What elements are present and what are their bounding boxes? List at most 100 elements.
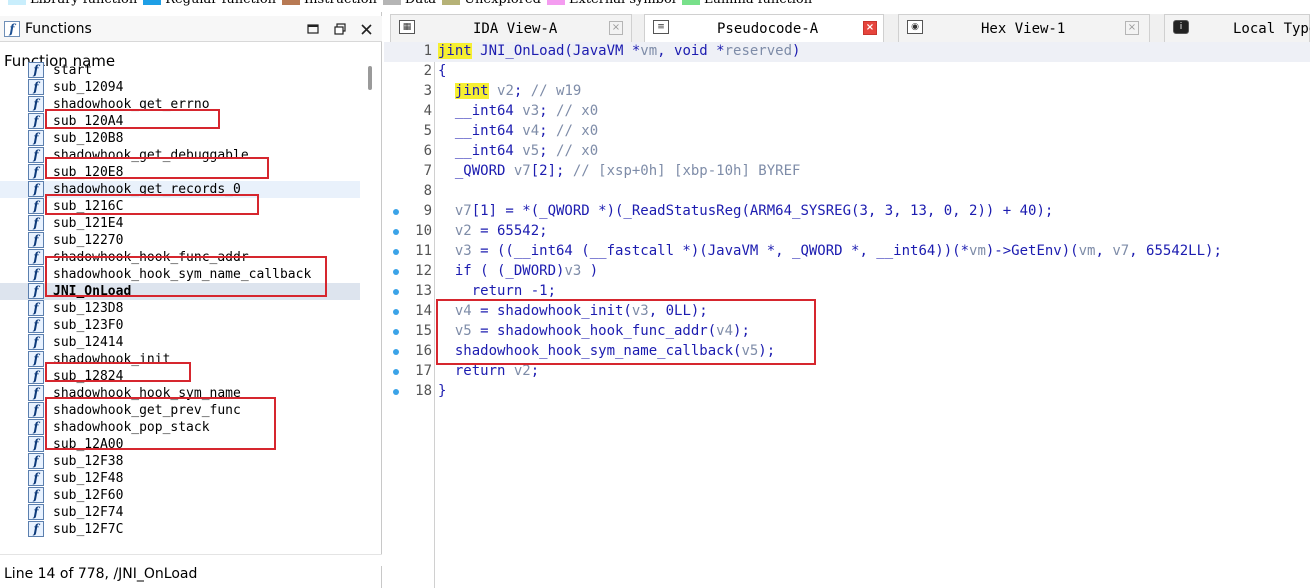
tab-close-icon[interactable]: ×	[1125, 21, 1139, 35]
code-line[interactable]: 5 __int64 v4; // x0	[384, 122, 1310, 142]
code-line[interactable]: 7 _QWORD v7[2]; // [xsp+0h] [xbp-10h] BY…	[384, 162, 1310, 182]
code-text: return v2;	[438, 363, 540, 379]
function-list-item[interactable]: f sub_12F38	[0, 453, 360, 470]
function-icon: f	[4, 20, 20, 37]
function-list-item[interactable]: f sub_120A4	[0, 113, 360, 130]
code-line[interactable]: 1 jint JNI_OnLoad(JavaVM *vm, void *reser…	[384, 42, 1310, 62]
function-icon: f	[28, 470, 44, 486]
function-list-item[interactable]: f shadowhook_hook_sym_name_callback	[0, 266, 360, 283]
function-icon: f	[28, 147, 44, 163]
function-name: sub_12414	[53, 335, 124, 350]
function-icon: f	[28, 351, 44, 367]
code-line[interactable]: 11 v3 = ((__int64 (__fastcall *)(JavaVM …	[384, 242, 1310, 262]
code-line[interactable]: 3 jint v2; // w19	[384, 82, 1310, 102]
function-list-item[interactable]: f shadowhook_get_prev_func	[0, 402, 360, 419]
tab-pseudocode-a[interactable]: ≡ Pseudocode-A ×	[644, 14, 884, 42]
tab-close-icon[interactable]: ×	[863, 21, 877, 35]
function-list-item[interactable]: f sub_12F60	[0, 487, 360, 504]
breakpoint-dot-icon[interactable]	[393, 389, 399, 395]
function-list-item[interactable]: f sub_12824	[0, 368, 360, 385]
function-list-item[interactable]: f sub_12094	[0, 79, 360, 96]
code-line[interactable]: 10 v2 = 65542;	[384, 222, 1310, 242]
code-line[interactable]: 16 shadowhook_hook_sym_name_callback(v5)…	[384, 342, 1310, 362]
legend-swatch	[382, 0, 401, 5]
breakpoint-dot-icon[interactable]	[393, 249, 399, 255]
code-text: jint v2; // w19	[454, 83, 582, 99]
legend-bar: Library function Regular function Instruct…	[0, 0, 1310, 7]
functions-panel-header: f Functions	[0, 16, 382, 42]
function-list-item[interactable]: f JNI_OnLoad	[0, 283, 360, 300]
function-list-item[interactable]: f shadowhook_get_errno	[0, 96, 360, 113]
code-line[interactable]: 17 return v2;	[384, 362, 1310, 382]
function-list-scrollbar[interactable]	[360, 62, 380, 554]
function-list-item[interactable]: f shadowhook_init	[0, 351, 360, 368]
code-line[interactable]: 2{	[384, 62, 1310, 82]
float-window-icon[interactable]	[331, 20, 349, 38]
legend-swatch	[442, 0, 461, 5]
breakpoint-dot-icon[interactable]	[393, 289, 399, 295]
line-number: 13	[415, 283, 432, 299]
breakpoint-dot-icon[interactable]	[393, 369, 399, 375]
function-list-item[interactable]: f shadowhook_hook_func_addr	[0, 249, 360, 266]
code-text: }	[438, 383, 447, 399]
tab-local-types[interactable]: i Local Types	[1164, 14, 1310, 42]
code-line[interactable]: 13 return -1;	[384, 282, 1310, 302]
code-text: v2 = 65542;	[454, 223, 548, 239]
function-name: shadowhook_init	[53, 352, 171, 367]
code-line[interactable]: 15 v5 = shadowhook_hook_func_addr(v4);	[384, 322, 1310, 342]
code-line[interactable]: 12 if ( (_DWORD)v3 )	[384, 262, 1310, 282]
code-line[interactable]: 18}	[384, 382, 1310, 402]
function-list-item[interactable]: f shadowhook_hook_sym_name	[0, 385, 360, 402]
code-line[interactable]: 8	[384, 182, 1310, 202]
function-list-item[interactable]: f sub_1216C	[0, 198, 360, 215]
breakpoint-dot-icon[interactable]	[393, 309, 399, 315]
function-icon: f	[28, 232, 44, 248]
function-list-item[interactable]: f shadowhook_get_records_0	[0, 181, 360, 198]
function-list-item[interactable]: f shadowhook_get_debuggable	[0, 147, 360, 164]
scrollbar-thumb[interactable]	[368, 66, 372, 90]
code-line[interactable]: 6 __int64 v5; // x0	[384, 142, 1310, 162]
function-list-item[interactable]: f sub_123D8	[0, 300, 360, 317]
function-list-item[interactable]: f sub_121E4	[0, 215, 360, 232]
code-line[interactable]: 9 v7[1] = *(_QWORD *)(_ReadStatusReg(ARM…	[384, 202, 1310, 222]
line-number: 16	[415, 343, 432, 359]
breakpoint-dot-icon[interactable]	[393, 349, 399, 355]
function-list-item[interactable]: f shadowhook_pop_stack	[0, 419, 360, 436]
function-list-item[interactable]: f sub_12414	[0, 334, 360, 351]
breakpoint-dot-icon[interactable]	[393, 329, 399, 335]
close-icon[interactable]	[357, 20, 375, 38]
tab-label: IDA View-A	[473, 21, 558, 37]
breakpoint-dot-icon[interactable]	[393, 269, 399, 275]
tab-label: Pseudocode-A	[717, 21, 819, 37]
code-line[interactable]: 14 v4 = shadowhook_init(v3, 0LL);	[384, 302, 1310, 322]
function-list-item[interactable]: f start	[0, 62, 360, 79]
line-number: 18	[415, 383, 432, 399]
function-list-item[interactable]: f sub_12270	[0, 232, 360, 249]
breakpoint-dot-icon[interactable]	[393, 229, 399, 235]
tab-hex-view-1[interactable]: ◉ Hex View-1 ×	[898, 14, 1150, 42]
line-number: 1	[423, 43, 432, 59]
function-list-hscrollbar[interactable]	[0, 554, 382, 566]
function-list-item[interactable]: f sub_12F7C	[0, 521, 360, 538]
tab-close-icon[interactable]: ×	[609, 21, 623, 35]
function-icon: f	[28, 419, 44, 435]
code-line[interactable]: 4 __int64 v3; // x0	[384, 102, 1310, 122]
line-number: 9	[423, 203, 432, 219]
tab-ida-view-a[interactable]: ▦ IDA View-A ×	[390, 14, 632, 42]
line-number: 7	[423, 163, 432, 179]
breakpoint-dot-icon[interactable]	[393, 209, 399, 215]
function-list-item[interactable]: f sub_12F48	[0, 470, 360, 487]
line-number: 6	[423, 143, 432, 159]
function-list-item[interactable]: f sub_12A00	[0, 436, 360, 453]
function-list-item[interactable]: f sub_120B8	[0, 130, 360, 147]
function-list-item[interactable]: f sub_12F74	[0, 504, 360, 521]
function-name: start	[53, 63, 93, 78]
code-text: v3 = ((__int64 (__fastcall *)(JavaVM *, …	[454, 243, 1222, 259]
legend-label: External symbol	[569, 0, 676, 7]
legend-label: Unexplored	[464, 0, 541, 7]
minimize-icon[interactable]	[304, 20, 322, 38]
line-number: 17	[415, 363, 432, 379]
legend-item: Library function	[8, 0, 137, 7]
function-list-item[interactable]: f sub_120E8	[0, 164, 360, 181]
function-list-item[interactable]: f sub_123F0	[0, 317, 360, 334]
